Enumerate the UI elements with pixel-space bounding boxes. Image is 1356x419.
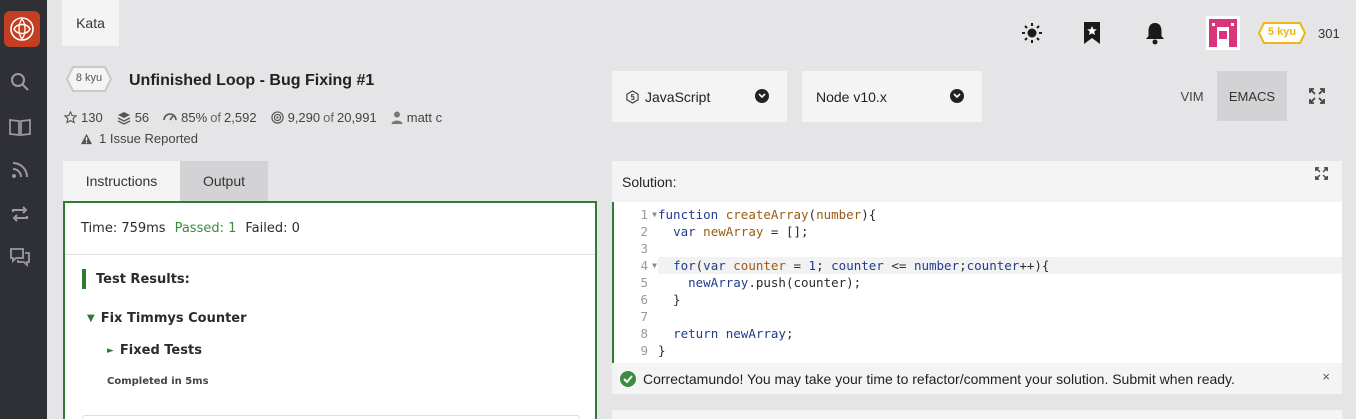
author-link[interactable]: matt c bbox=[407, 110, 442, 125]
exchange-icon[interactable] bbox=[9, 203, 31, 225]
line-number: 5 bbox=[640, 275, 648, 290]
code-line[interactable]: for(var counter = 1; counter <= number;c… bbox=[658, 257, 1342, 274]
kata-stats: 130 56 85% of 2,592 9,290 of 20,991 matt… bbox=[64, 110, 456, 125]
code-line[interactable] bbox=[658, 308, 1342, 325]
stack-icon bbox=[117, 111, 130, 125]
lower-panel bbox=[612, 410, 1342, 419]
emacs-mode-button[interactable]: EMACS bbox=[1217, 71, 1287, 121]
check-circle-icon bbox=[620, 370, 636, 387]
warning-icon bbox=[80, 133, 93, 144]
rss-icon[interactable] bbox=[9, 159, 31, 181]
tab-output[interactable]: Output bbox=[180, 161, 268, 201]
solution-header: Solution: bbox=[612, 161, 1342, 202]
vim-mode-button[interactable]: VIM bbox=[1168, 71, 1216, 121]
language-select[interactable]: JavaScript bbox=[612, 71, 787, 122]
line-number: 9 bbox=[640, 343, 648, 358]
output-block bbox=[82, 415, 580, 419]
passed-count: Passed: 1 bbox=[174, 221, 237, 236]
search-icon[interactable] bbox=[9, 71, 31, 93]
run-time: Time: 759ms bbox=[81, 221, 166, 236]
kata-rank-badge: 8 kyu bbox=[66, 66, 112, 92]
completed-count: 9,290 bbox=[287, 110, 321, 125]
code-line[interactable]: function createArray(number){ bbox=[658, 206, 1342, 223]
line-number: 2 bbox=[640, 224, 648, 239]
tab-instructions[interactable]: Instructions bbox=[63, 161, 180, 201]
test-group-label: Fix Timmys Counter bbox=[100, 311, 247, 326]
left-sidebar bbox=[0, 0, 47, 419]
bookmark-icon[interactable] bbox=[1079, 18, 1105, 48]
sun-icon[interactable] bbox=[1019, 18, 1045, 48]
solution-label: Solution: bbox=[622, 173, 677, 190]
kata-rank-label: 8 kyu bbox=[75, 72, 103, 84]
javascript-icon bbox=[626, 89, 639, 104]
test-summary: Time: 759ms Passed: 1 Failed: 0 bbox=[65, 203, 595, 255]
collections-count[interactable]: 56 bbox=[135, 110, 149, 125]
stars-count[interactable]: 130 bbox=[81, 110, 103, 125]
rank-badge[interactable]: 5 kyu bbox=[1258, 22, 1306, 44]
test-results-heading: Test Results: bbox=[82, 269, 190, 289]
kata-tab[interactable]: Kata bbox=[62, 0, 119, 46]
line-gutter: 1 ▼ 2 3 4 ▼ 5 6 7 8 9 bbox=[614, 206, 657, 359]
fold-icon[interactable]: ▼ bbox=[652, 206, 657, 223]
bell-icon[interactable] bbox=[1142, 18, 1168, 48]
expand-icon[interactable] bbox=[1315, 167, 1328, 183]
success-message: Correctamundo! You may take your time to… bbox=[612, 363, 1342, 394]
of-text: of bbox=[323, 110, 334, 125]
star-icon bbox=[64, 111, 77, 124]
chevron-down-icon bbox=[950, 89, 964, 103]
test-subgroup[interactable]: ► Fixed Tests bbox=[107, 343, 202, 358]
code-line[interactable]: var newArray = []; bbox=[658, 223, 1342, 240]
kata-title: Unfinished Loop - Bug Fixing #1 bbox=[129, 72, 375, 89]
line-number: 6 bbox=[640, 292, 648, 307]
fold-icon[interactable]: ▼ bbox=[652, 257, 657, 274]
chat-icon[interactable] bbox=[9, 246, 31, 268]
expanded-triangle-icon: ▼ bbox=[87, 313, 95, 324]
code-line[interactable]: newArray.push(counter); bbox=[658, 274, 1342, 291]
language-label: JavaScript bbox=[645, 88, 711, 105]
code-editor[interactable]: 1 ▼ 2 3 4 ▼ 5 6 7 8 9 function createArray… bbox=[612, 202, 1342, 363]
chevron-down-icon bbox=[755, 89, 769, 103]
test-subgroup-label: Fixed Tests bbox=[119, 343, 202, 358]
rank-label: 5 kyu bbox=[1267, 26, 1297, 38]
runtime-label: Node v10.x bbox=[816, 88, 887, 105]
line-number: 1 ▼ bbox=[640, 206, 657, 223]
votes-count: 2,592 bbox=[224, 110, 257, 125]
issues-label: 1 Issue Reported bbox=[99, 131, 199, 146]
completed-time: Completed in 5ms bbox=[107, 376, 209, 387]
bullseye-icon bbox=[270, 111, 284, 124]
success-text: Correctamundo! You may take your time to… bbox=[643, 370, 1235, 387]
failed-count: Failed: 0 bbox=[245, 221, 300, 236]
of-text: of bbox=[210, 110, 222, 125]
test-group[interactable]: ▼ Fix Timmys Counter bbox=[87, 311, 247, 326]
output-panel: Time: 759ms Passed: 1 Failed: 0 Test Res… bbox=[63, 201, 597, 419]
issues-link[interactable]: 1 Issue Reported bbox=[80, 131, 198, 146]
code-line[interactable]: } bbox=[658, 291, 1342, 308]
line-number: 7 bbox=[640, 309, 648, 324]
attempts-count: 20,991 bbox=[336, 110, 377, 125]
satisfaction-rating: 85% bbox=[181, 110, 208, 125]
line-number: 3 bbox=[640, 241, 648, 256]
line-number: 4 ▼ bbox=[640, 257, 657, 274]
runtime-select[interactable]: Node v10.x bbox=[802, 71, 982, 122]
satisfaction-icon bbox=[163, 112, 177, 120]
code-line[interactable] bbox=[658, 240, 1342, 257]
collapsed-triangle-icon: ► bbox=[107, 345, 114, 356]
book-icon[interactable] bbox=[9, 116, 31, 138]
close-icon[interactable]: × bbox=[1322, 369, 1330, 384]
honor-count: 301 bbox=[1318, 26, 1340, 41]
code-lines[interactable]: function createArray(number){ var newArr… bbox=[658, 206, 1342, 359]
line-number: 8 bbox=[640, 326, 648, 341]
user-icon bbox=[391, 111, 403, 124]
avatar[interactable] bbox=[1206, 16, 1240, 50]
code-line[interactable]: return newArray; bbox=[658, 325, 1342, 342]
fullscreen-icon[interactable] bbox=[1300, 71, 1334, 121]
codewars-logo[interactable] bbox=[4, 11, 40, 47]
code-line[interactable]: } bbox=[658, 342, 1342, 359]
